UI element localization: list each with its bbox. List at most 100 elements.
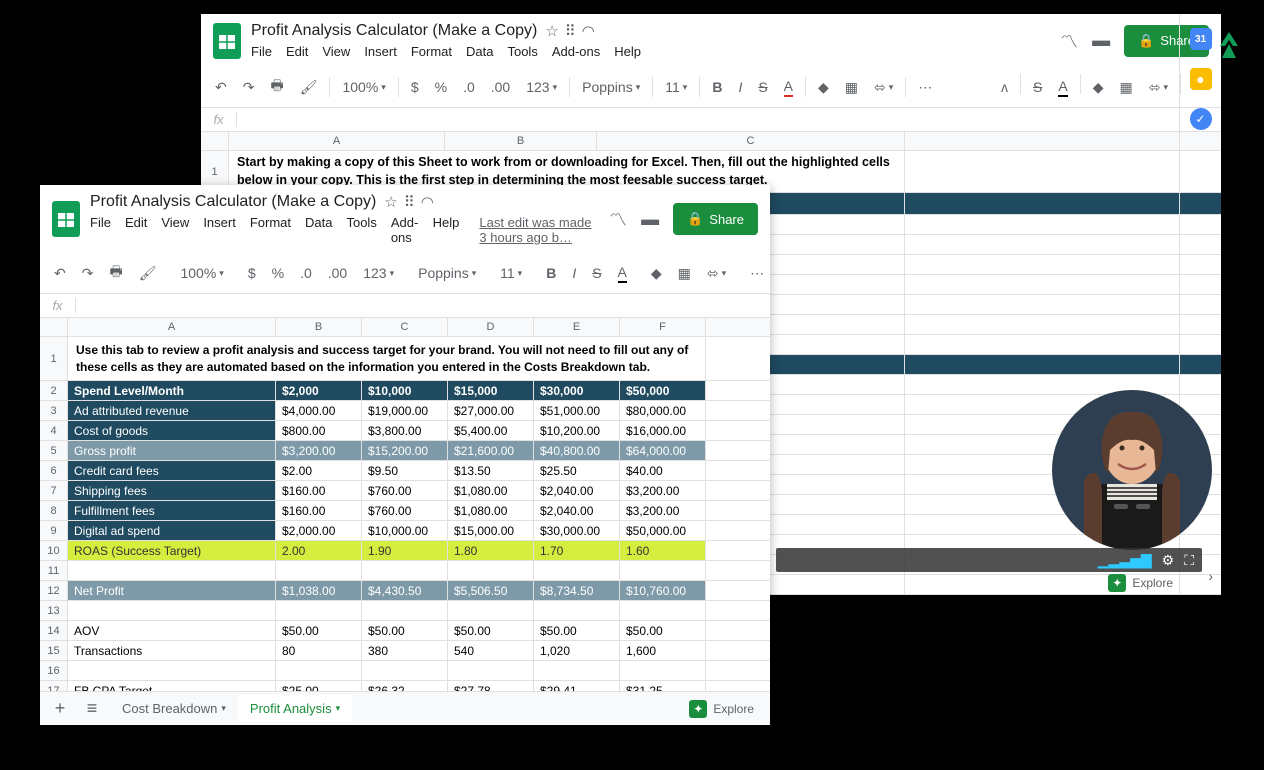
sheets-logo-icon[interactable]	[213, 23, 241, 59]
redo-icon[interactable]: ↷	[237, 75, 261, 100]
data-cell[interactable]: $50,000.00	[620, 521, 706, 540]
data-cell[interactable]	[448, 561, 534, 580]
instruction-cell[interactable]: Use this tab to review a profit analysis…	[68, 337, 706, 380]
data-cell[interactable]: $760.00	[362, 481, 448, 500]
data-cell[interactable]: $5,506.50	[448, 581, 534, 600]
data-cell[interactable]: 380	[362, 641, 448, 660]
row-label-cell[interactable]: Digital ad spend	[68, 521, 276, 540]
row-label-cell[interactable]	[68, 661, 276, 680]
data-cell[interactable]: $9.50	[362, 461, 448, 480]
text-color-icon[interactable]: A	[778, 74, 799, 101]
col-header-b[interactable]: B	[276, 318, 362, 336]
data-cell[interactable]: $760.00	[362, 501, 448, 520]
data-cell[interactable]	[362, 661, 448, 680]
row-number[interactable]: 15	[40, 641, 68, 660]
italic-icon[interactable]: I	[566, 261, 582, 285]
data-cell[interactable]: 80	[276, 641, 362, 660]
bold-icon[interactable]: B	[540, 261, 562, 285]
data-cell[interactable]: $5,400.00	[448, 421, 534, 440]
merge-icon-2[interactable]: ⬄	[1143, 74, 1174, 101]
data-cell[interactable]	[534, 561, 620, 580]
row-label-cell[interactable]: Transactions	[68, 641, 276, 660]
borders-icon[interactable]: ▦	[839, 75, 864, 100]
menu-help[interactable]: Help	[614, 44, 641, 59]
data-cell[interactable]: $3,800.00	[362, 421, 448, 440]
row-label-cell[interactable]: ROAS (Success Target)	[68, 541, 276, 560]
cloud-icon[interactable]: ◠	[582, 22, 595, 40]
col-header-b[interactable]: B	[445, 132, 597, 150]
menu-format[interactable]: Format	[250, 215, 291, 245]
row-number[interactable]: 11	[40, 561, 68, 580]
row-number[interactable]: 7	[40, 481, 68, 500]
menu-tools[interactable]: Tools	[346, 215, 376, 245]
all-sheets-icon[interactable]: ≡	[78, 698, 106, 719]
data-cell[interactable]: $30,000.00	[534, 521, 620, 540]
explore-button[interactable]: ✦Explore	[689, 700, 764, 718]
data-cell[interactable]	[620, 561, 706, 580]
data-cell[interactable]: $50.00	[448, 621, 534, 640]
data-cell[interactable]: $2,040.00	[534, 501, 620, 520]
data-cell[interactable]: 540	[448, 641, 534, 660]
merge-icon[interactable]: ⬄	[868, 75, 899, 100]
row-number[interactable]: 3	[40, 401, 68, 420]
data-cell[interactable]	[534, 601, 620, 620]
star-icon[interactable]: ☆	[384, 193, 397, 211]
row-number[interactable]: 5	[40, 441, 68, 460]
decrease-decimal-icon[interactable]: .0	[294, 261, 318, 285]
data-cell[interactable]: $4,430.50	[362, 581, 448, 600]
row-label-cell[interactable]	[68, 561, 276, 580]
percent-icon[interactable]: %	[266, 261, 290, 285]
col-header-c[interactable]: C	[597, 132, 905, 150]
move-icon[interactable]: ⠿	[404, 193, 415, 211]
strikethrough-icon-2[interactable]: S	[1027, 74, 1048, 101]
font-size-select[interactable]: 11	[494, 261, 528, 285]
percent-icon[interactable]: %	[429, 75, 453, 99]
comments-icon[interactable]: ▬	[641, 209, 659, 230]
data-cell[interactable]	[534, 661, 620, 680]
row-number[interactable]: 10	[40, 541, 68, 560]
data-cell[interactable]: $800.00	[276, 421, 362, 440]
data-cell[interactable]: $10,760.00	[620, 581, 706, 600]
data-cell[interactable]: $16,000.00	[620, 421, 706, 440]
data-cell[interactable]: $15,200.00	[362, 441, 448, 460]
tasks-icon[interactable]: ✓	[1190, 108, 1212, 130]
data-cell[interactable]: $3,200.00	[620, 481, 706, 500]
data-cell[interactable]: $27,000.00	[448, 401, 534, 420]
menu-data[interactable]: Data	[305, 215, 332, 245]
data-cell[interactable]	[276, 561, 362, 580]
row-label-cell[interactable]: Net Profit	[68, 581, 276, 600]
collapse-icon[interactable]: ʌ	[995, 74, 1014, 101]
data-cell[interactable]: 1,020	[534, 641, 620, 660]
activity-icon[interactable]: 〽	[1060, 28, 1078, 54]
document-title[interactable]: Profit Analysis Calculator (Make a Copy)	[251, 22, 537, 40]
cloud-icon[interactable]: ◠	[421, 193, 434, 211]
row-number[interactable]: 1	[40, 337, 68, 380]
menu-edit[interactable]: Edit	[286, 44, 308, 59]
data-cell[interactable]: $10,000.00	[362, 521, 448, 540]
data-cell[interactable]: $21,600.00	[448, 441, 534, 460]
paint-format-icon[interactable]: 🖌	[133, 261, 163, 286]
data-cell[interactable]: 1,600	[620, 641, 706, 660]
borders-icon-2[interactable]: ▦	[1114, 74, 1139, 101]
row-label-cell[interactable]: AOV	[68, 621, 276, 640]
spend-level-value[interactable]: $50,000	[620, 381, 706, 400]
print-icon[interactable]: 🖶	[103, 257, 128, 289]
data-cell[interactable]	[448, 661, 534, 680]
data-cell[interactable]	[620, 601, 706, 620]
row-number[interactable]: 4	[40, 421, 68, 440]
row-number[interactable]: 16	[40, 661, 68, 680]
text-color-icon-2[interactable]: A	[1052, 74, 1073, 101]
data-cell[interactable]: $4,000.00	[276, 401, 362, 420]
merge-icon[interactable]: ⬄	[701, 261, 732, 286]
data-cell[interactable]: $1,080.00	[448, 501, 534, 520]
data-cell[interactable]: 1.60	[620, 541, 706, 560]
add-sheet-icon[interactable]: +	[46, 698, 74, 719]
col-header-a[interactable]: A	[229, 132, 445, 150]
menu-insert[interactable]: Insert	[203, 215, 236, 245]
font-select[interactable]: Poppins	[576, 75, 646, 99]
col-header-c[interactable]: C	[362, 318, 448, 336]
increase-decimal-icon[interactable]: .00	[485, 75, 516, 99]
data-cell[interactable]: $2,000.00	[276, 521, 362, 540]
decrease-decimal-icon[interactable]: .0	[457, 75, 481, 99]
zoom-select[interactable]: 100%	[174, 261, 229, 285]
